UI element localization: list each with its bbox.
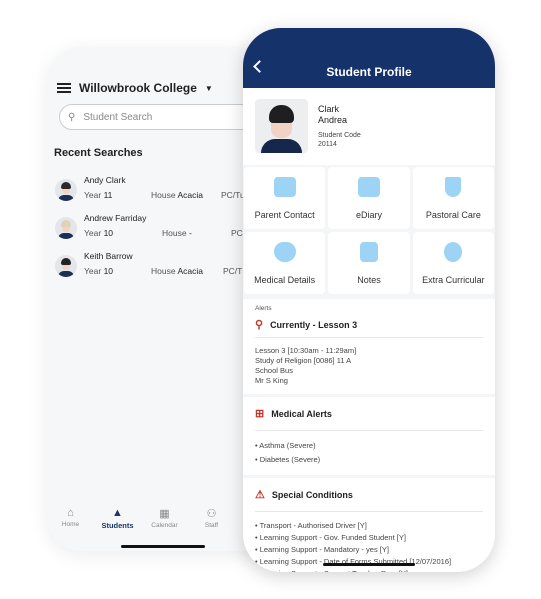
location-pin-icon: ⚲ [255,319,264,331]
current-lesson-section: Alerts ⚲ Currently - Lesson 3 Lesson 3 [1… [243,299,495,394]
tile-pastoral-care[interactable]: Pastoral Care [412,167,494,229]
list-item: Lesson 3 [10:30am - 11:29am] [255,346,357,355]
award-icon [444,242,463,262]
medical-alerts-list: • Asthma (Severe) • Diabetes (Severe) [255,431,483,475]
search-placeholder: Student Search [83,111,153,123]
page-title: Student Profile [326,65,412,79]
medical-alerts-title: Medical Alerts [271,408,332,419]
special-conditions-section: ⚠ Special Conditions • Transport - Author… [243,478,495,572]
tile-extra-curricular[interactable]: Extra Curricular [412,232,494,294]
student-house: House - [162,228,192,238]
student-house: House Acacia [151,190,203,200]
student-house: House Acacia [151,266,203,276]
student-code: 20114 [318,141,337,148]
tile-notes[interactable]: Notes [328,232,410,294]
tab-calendar[interactable]: ▦ Calendar [141,507,188,530]
list-item: • Learning Support - Mandatory - yes [Y] [255,545,389,554]
list-item: • Learning Support - Support Teacher Req… [255,568,483,572]
list-item: • Diabetes (Severe) [255,455,321,464]
student-code-label: Student Code [318,132,361,139]
current-lesson-title: Currently - Lesson 3 [270,319,358,330]
tab-home[interactable]: ⌂ Home [47,507,94,530]
dropdown-icon: ▼ [204,83,213,93]
student-pc: PC/Tu [221,190,245,200]
student-photo [255,99,308,153]
header: Student Profile [243,28,495,88]
student-name: Andy Clark [84,175,126,185]
student-year: Year 11 [84,190,113,200]
list-item: • Learning Support - Date of Forms Submi… [255,557,452,566]
student-name: Keith Barrow [84,251,133,261]
tile-parent-contact[interactable]: Parent Contact [244,167,326,229]
contact-card-icon [273,177,296,197]
profile-menu-grid: Parent Contact eDiary Pastoral Care Medi… [243,165,495,296]
graduation-cap-icon: ▲ [112,507,123,519]
avatar [55,255,77,277]
special-conditions-title: Special Conditions [271,489,353,500]
menu-icon[interactable] [57,83,71,93]
list-item: Mr S King [255,376,288,385]
warning-icon: ⚠ [255,489,265,501]
tile-ediary[interactable]: eDiary [328,167,410,229]
student-firstname: Andrea [318,115,348,125]
home-indicator [121,545,205,548]
notes-icon [359,242,378,262]
student-profile-screen: Student Profile Clark Andrea Student Cod… [243,28,495,572]
staff-icon: ⚇ [206,508,217,520]
student-year: Year 10 [84,228,114,238]
student-card: Clark Andrea Student Code 20114 [243,88,495,165]
calendar-icon: ▦ [159,508,170,520]
alerts-label: Alerts [255,305,272,312]
current-lesson-details: Lesson 3 [10:30am - 11:29am] Study of Rel… [255,338,483,394]
list-item: • Learning Support - Gov. Funded Student… [255,533,406,542]
calendar-icon [357,177,380,197]
medical-alerts-section: ⊞ Medical Alerts • Asthma (Severe) • Diabe… [243,397,495,475]
student-year: Year 10 [84,266,114,276]
list-item: • Transport - Authorised Driver [Y] [255,521,367,530]
search-icon: ⚲ [68,111,76,123]
tile-medical-details[interactable]: Medical Details [244,232,326,294]
list-item: • Asthma (Severe) [255,441,316,450]
list-item: School Bus [255,366,293,375]
medical-plus-icon: ⊞ [255,408,265,420]
tab-students[interactable]: ▲ Students [94,507,141,530]
funnel-icon [445,177,462,197]
student-name: Andrew Farriday [84,213,147,223]
tab-staff[interactable]: ⚇ Staff [188,507,235,530]
student-pc: PC/T [223,266,243,276]
avatar [55,179,77,201]
college-name: Willowbrook College [79,81,197,95]
home-indicator [323,563,415,566]
home-icon: ⌂ [67,507,74,519]
student-surname: Clark [318,104,340,114]
school-selector[interactable]: Willowbrook College ▼ [57,81,213,95]
heart-icon [273,242,296,262]
list-item: Study of Religion [0086] 11 A [255,356,352,365]
avatar [55,217,77,239]
recent-searches-title: Recent Searches [54,147,143,159]
